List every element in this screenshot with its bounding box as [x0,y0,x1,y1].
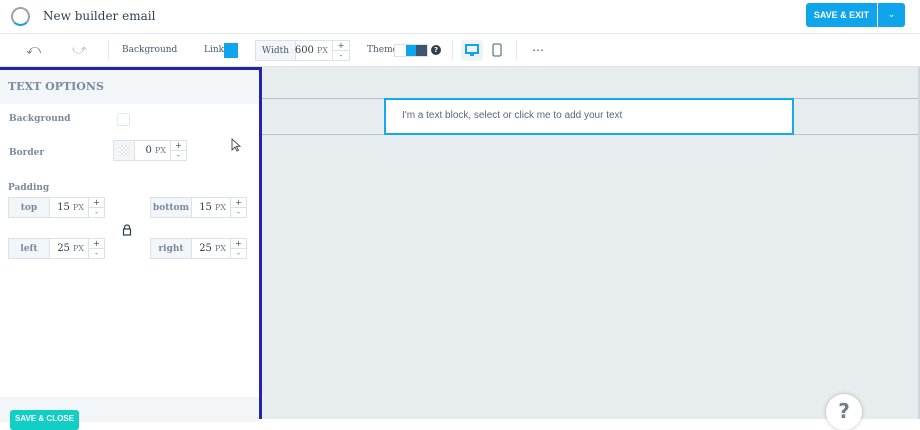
increment-button[interactable]: + [231,239,246,249]
background-button[interactable]: Background [122,45,177,55]
decrement-button[interactable]: - [333,51,349,60]
padding-top-stepper[interactable]: + - [88,197,105,218]
link-color-swatch[interactable] [224,43,238,58]
mouse-cursor-icon [231,137,242,156]
padding-bottom-value: 15 [199,202,212,213]
decrement-button[interactable]: - [231,208,246,217]
lock-icon [122,224,132,236]
padding-bottom-input[interactable]: 15 PX [191,197,231,218]
decrement-button[interactable]: - [89,208,104,217]
more-options-icon[interactable]: ⋯ [532,43,544,57]
email-title: New builder email [43,9,156,23]
padding-right-label: right [150,238,192,259]
save-close-button[interactable]: SAVE & CLOSE [10,410,79,430]
increment-button[interactable]: + [89,239,104,249]
background-color-picker[interactable] [117,113,130,126]
redo-icon[interactable]: ⤻ [72,42,87,58]
save-options-dropdown[interactable]: ⌄ [878,3,905,27]
padding-left-label: left [8,238,50,259]
theme-toggle[interactable] [394,44,428,57]
undo-icon[interactable]: ⤺ [26,42,41,58]
unit: PX [72,203,84,212]
decrement-button[interactable]: - [171,151,186,160]
text-block[interactable]: I'm a text block, select or click me to … [384,98,794,135]
unit: PX [154,146,166,155]
increment-button[interactable]: + [171,141,186,151]
border-label: Border [9,148,45,158]
padding-right-value: 25 [199,243,212,254]
desktop-icon [465,44,479,56]
padding-left-value: 25 [57,243,70,254]
increment-button[interactable]: + [231,198,246,208]
padding-top-input[interactable]: 15 PX [49,197,89,218]
increment-button[interactable]: + [333,41,349,51]
decrement-button[interactable]: - [231,249,246,258]
padding-left-stepper[interactable]: + - [88,238,105,259]
padding-right-stepper[interactable]: + - [230,238,247,259]
unit: PX [316,46,328,55]
border-value: 0 [145,145,152,156]
decrement-button[interactable]: - [89,249,104,258]
divider [108,41,109,61]
padding-right-input[interactable]: 25 PX [191,238,231,259]
link-label: Link [204,45,225,55]
padding-top-label: top [8,197,50,218]
border-color-picker[interactable] [113,140,135,161]
save-exit-button[interactable]: SAVE & EXIT [806,3,877,27]
unit: PX [214,244,226,253]
increment-button[interactable]: + [89,198,104,208]
border-width-input[interactable]: 0 PX [134,140,171,161]
width-label: Width [255,40,296,61]
mobile-icon [492,43,502,57]
help-chat-button[interactable]: ? [826,394,862,430]
background-label: Background [9,114,71,124]
divider [452,41,453,61]
mobile-view-button[interactable] [490,40,504,61]
padding-left-input[interactable]: 25 PX [49,238,89,259]
transparent-pattern-icon [118,145,130,156]
padding-label: Padding [8,183,50,193]
padding-lock-button[interactable] [122,221,132,240]
width-input[interactable]: 600 PX [295,40,333,61]
width-value: 600 [294,45,314,56]
padding-top-value: 15 [57,202,70,213]
unit: PX [214,203,226,212]
loading-spinner-icon [11,7,30,26]
padding-bottom-label: bottom [150,197,192,218]
chevron-down-icon: ⌄ [887,10,896,20]
width-stepper[interactable]: + - [332,40,350,61]
unit: PX [72,244,84,253]
help-icon[interactable]: ? [431,45,441,55]
padding-bottom-stepper[interactable]: + - [230,197,247,218]
border-stepper[interactable]: + - [170,140,187,161]
divider [516,41,517,61]
text-options-panel: TEXT OPTIONS Background Border 0 PX + - Pa… [0,67,262,430]
desktop-view-button[interactable] [461,40,483,61]
panel-title: TEXT OPTIONS [8,80,104,93]
